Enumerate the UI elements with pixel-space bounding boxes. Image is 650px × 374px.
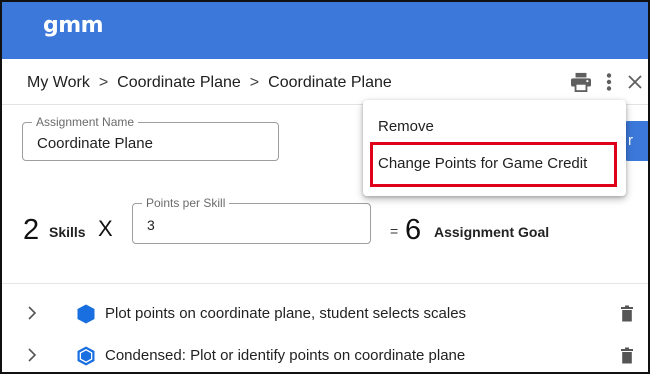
goal-value: 6 [405, 214, 422, 246]
breadcrumb: My Work > Coordinate Plane > Coordinate Plan… [27, 74, 392, 92]
trash-icon[interactable] [620, 305, 634, 322]
chevron-right-icon[interactable] [26, 347, 38, 363]
more-vert-icon[interactable] [602, 71, 616, 93]
points-per-skill-value[interactable]: 3 [147, 217, 155, 233]
breadcrumb-bar: My Work > Coordinate Plane > Coordinate Plan… [2, 59, 648, 105]
top-app-bar: gmm [2, 2, 648, 59]
breadcrumb-separator: > [98, 74, 109, 91]
highlight-box [370, 142, 617, 187]
breadcrumb-my-work[interactable]: My Work [27, 74, 90, 91]
equals-symbol: = [390, 223, 399, 239]
menu-item-remove[interactable]: Remove [378, 118, 434, 135]
skill-label: Plot points on coordinate plane, student… [105, 305, 467, 322]
print-icon[interactable] [569, 71, 593, 93]
close-icon[interactable] [624, 71, 646, 93]
skill-label: Condensed: Plot or identify points on co… [105, 347, 466, 364]
app-frame: gmm My Work > Coordinate Plane > Coordinate … [0, 0, 650, 374]
assignment-name-field[interactable]: Assignment Name Coordinate Plane [22, 115, 279, 161]
skill-row[interactable]: Condensed: Plot or identify points on co… [2, 334, 648, 372]
divider [2, 283, 648, 284]
skills-label: Skills [49, 224, 86, 240]
breadcrumb-current: Coordinate Plane [268, 74, 392, 91]
times-symbol: X [98, 216, 113, 241]
trash-icon[interactable] [620, 347, 634, 364]
assignment-name-value[interactable]: Coordinate Plane [37, 135, 153, 152]
breadcrumb-separator: > [249, 74, 260, 91]
goal-label: Assignment Goal [434, 224, 550, 240]
app-logo[interactable]: gmm [43, 13, 104, 38]
chevron-right-icon[interactable] [26, 305, 38, 321]
breadcrumb-coordinate-plane[interactable]: Coordinate Plane [117, 74, 241, 91]
hexagon-outline-icon [77, 346, 95, 366]
points-per-skill-field[interactable]: Points per Skill 3 [132, 196, 371, 244]
points-per-skill-label: Points per Skill [142, 196, 230, 210]
assignment-name-label: Assignment Name [32, 115, 139, 129]
hexagon-solid-icon [77, 304, 95, 324]
side-action-button[interactable]: r [624, 121, 648, 161]
skill-row[interactable]: Plot points on coordinate plane, student… [2, 292, 648, 334]
skills-count: 2 [23, 214, 40, 246]
